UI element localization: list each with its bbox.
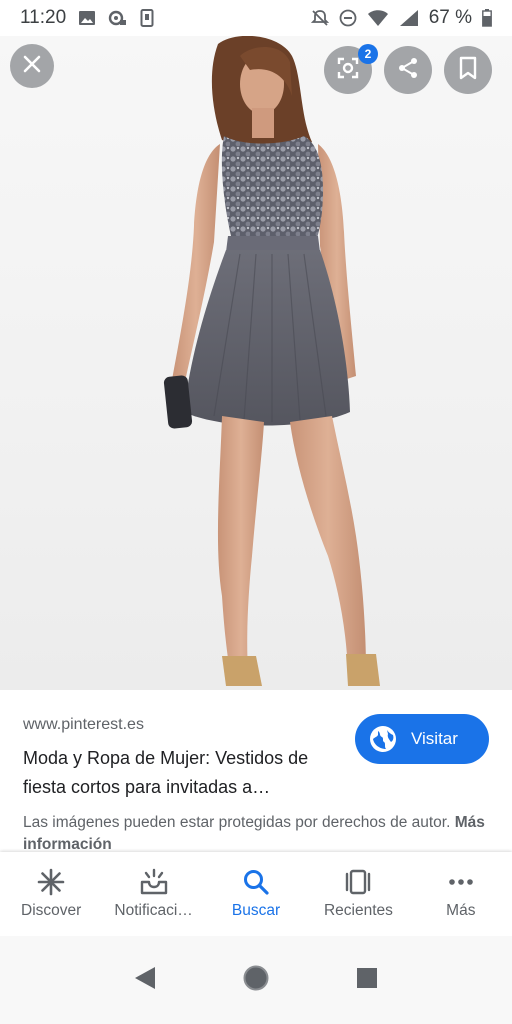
lens-icon — [336, 56, 360, 85]
result-info-panel: www.pinterest.es Moda y Ropa de Mujer: V… — [0, 690, 512, 853]
gallery-notification-icon — [78, 10, 96, 26]
dress-photo — [163, 36, 380, 686]
back-button[interactable] — [133, 965, 157, 996]
nav-search[interactable]: Buscar — [205, 852, 307, 936]
back-triangle-icon — [134, 966, 155, 989]
do-not-disturb-icon — [339, 9, 357, 27]
cast-notification-icon — [108, 10, 128, 26]
signal-icon — [399, 9, 419, 27]
nav-recent[interactable]: Recientes — [307, 852, 409, 936]
wifi-icon — [367, 9, 389, 27]
screen: 11:20 67 % 2 www.pinterest.es Moda y Rop… — [0, 0, 512, 1024]
battery-percent: 67 % — [428, 7, 472, 28]
nav-notifications[interactable]: Notificaci… — [102, 852, 204, 936]
system-navigation-bar — [0, 936, 512, 1024]
nav-recent-label: Recientes — [323, 902, 393, 919]
share-icon — [396, 56, 420, 85]
nav-search-label: Buscar — [231, 902, 281, 919]
nav-more[interactable]: Más — [410, 852, 512, 936]
close-button[interactable] — [10, 44, 54, 88]
copyright-notice: Las imágenes pueden estar protegidas por… — [23, 812, 493, 856]
nav-discover[interactable]: Discover — [0, 852, 102, 936]
nav-notifications-label: Notificaci… — [114, 902, 193, 919]
share-button[interactable] — [384, 46, 432, 94]
close-icon — [22, 54, 42, 79]
source-url[interactable]: www.pinterest.es — [23, 716, 144, 734]
bottom-navigation: Discover Notificaci… Buscar Recientes Má… — [0, 852, 512, 936]
copyright-text: Las imágenes pueden estar protegidas por… — [23, 814, 451, 831]
asterisk-icon — [37, 868, 65, 896]
result-title[interactable]: Moda y Ropa de Mujer: Vestidos de fiesta… — [23, 744, 343, 802]
more-dots-icon — [447, 868, 475, 896]
lens-badge: 2 — [358, 44, 378, 64]
image-preview[interactable]: 2 — [0, 36, 512, 690]
visit-label: Visitar — [411, 729, 458, 748]
visit-button[interactable]: Visitar — [355, 714, 489, 764]
search-icon — [242, 868, 270, 896]
overview-square-icon — [357, 967, 378, 988]
save-button[interactable] — [444, 46, 492, 94]
mute-icon — [310, 9, 329, 27]
recent-cards-icon — [343, 868, 373, 896]
nav-discover-label: Discover — [21, 902, 82, 919]
overview-button[interactable] — [355, 966, 379, 995]
status-time: 11:20 — [20, 7, 67, 28]
status-bar: 11:20 67 % — [0, 0, 512, 36]
home-button[interactable] — [242, 964, 270, 997]
nav-more-label: Más — [446, 902, 476, 919]
battery-icon — [482, 9, 492, 27]
bookmark-icon — [458, 56, 478, 85]
home-circle-icon — [243, 965, 269, 990]
phone-notification-icon — [140, 9, 154, 27]
globe-icon — [369, 725, 397, 753]
inbox-bell-icon — [139, 868, 169, 896]
